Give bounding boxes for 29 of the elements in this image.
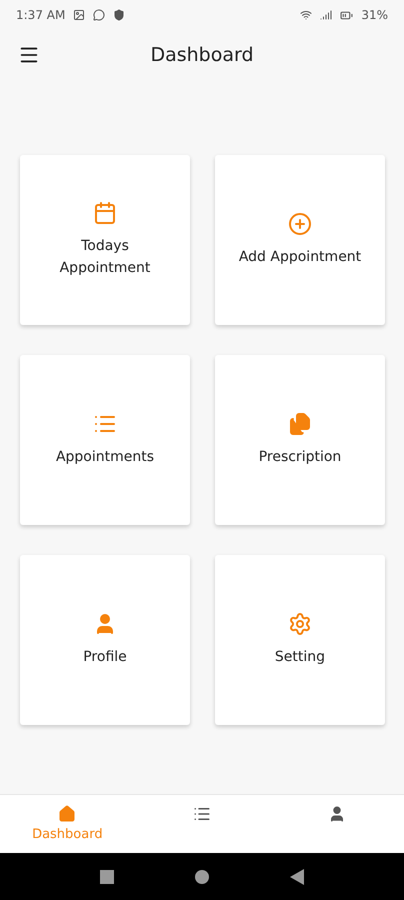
dashboard-card[interactable]: Profile <box>20 555 190 725</box>
files-icon <box>288 412 312 436</box>
image-icon <box>73 9 86 21</box>
messenger-icon <box>93 9 106 21</box>
home-icon <box>58 805 76 823</box>
list-icon <box>192 805 211 823</box>
dashboard-card[interactable]: Prescription <box>215 355 385 525</box>
dashboard-card[interactable]: Add Appointment <box>215 155 385 325</box>
card-label: Prescription <box>258 448 342 467</box>
back-button[interactable] <box>290 868 304 884</box>
card-label: Appointments <box>56 448 154 467</box>
home-button[interactable] <box>194 870 209 884</box>
plus-circle-icon <box>288 212 312 236</box>
battery-level: 31% <box>361 8 388 22</box>
battery-icon <box>340 8 354 22</box>
shield-icon <box>113 9 126 21</box>
recents-button[interactable] <box>100 870 114 884</box>
card-label: Todays Appointment <box>58 237 152 278</box>
dashboard-card[interactable]: Todays Appointment <box>20 155 190 325</box>
signal-icon <box>320 9 332 21</box>
dashboard-card[interactable]: Appointments <box>20 355 190 525</box>
calendar-icon <box>93 201 117 225</box>
page-title: Dashboard <box>150 44 254 66</box>
card-label: Add Appointment <box>238 248 362 267</box>
status-time: 1:37 AM <box>16 8 66 22</box>
card-label: Profile <box>83 648 127 667</box>
dashboard-card[interactable]: Setting <box>215 555 385 725</box>
settings-icon <box>288 612 312 636</box>
card-label: Setting <box>274 648 326 667</box>
